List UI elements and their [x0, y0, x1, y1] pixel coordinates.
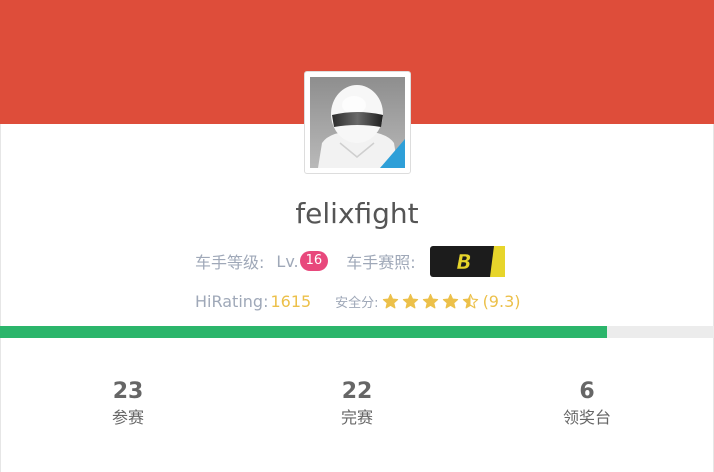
- stats-row: 23 参赛 22 完赛 6 领奖台: [0, 378, 714, 438]
- hirating-label: HiRating:: [195, 291, 269, 311]
- hirating-value: 1615: [270, 291, 312, 311]
- stat-value: 23: [112, 379, 144, 404]
- stat-label: 参赛: [111, 408, 144, 427]
- level-label: 车手等级:: [195, 253, 265, 272]
- level-progress-fill: [0, 326, 607, 338]
- helmet-avatar-icon: [310, 77, 405, 168]
- avatar[interactable]: [304, 71, 411, 174]
- license-grade: B: [456, 250, 471, 274]
- star-icon: [402, 293, 418, 308]
- level-prefix: Lv.: [276, 251, 299, 271]
- stat-races[interactable]: 23 参赛: [68, 378, 188, 429]
- level-badge: 16: [299, 251, 329, 271]
- star-icon: [422, 293, 438, 308]
- username: felixfight: [295, 197, 419, 230]
- license-label: 车手赛照:: [346, 253, 416, 272]
- level-progress-bar: [0, 326, 714, 338]
- star-icon: [382, 293, 398, 308]
- stat-value: 6: [579, 379, 595, 404]
- stat-podiums[interactable]: 6 领奖台: [527, 378, 647, 429]
- rating-row: HiRating: 1615 安全分: (9.3): [195, 289, 521, 313]
- star-icon: [442, 293, 458, 308]
- driver-info-row: 车手等级: Lv. 16 车手赛照: B: [195, 245, 505, 277]
- license-badge-icon[interactable]: B: [429, 245, 505, 277]
- safety-label: 安全分:: [335, 295, 379, 311]
- star-half-icon: [462, 293, 478, 308]
- safety-stars: [382, 293, 482, 310]
- stat-value: 22: [341, 379, 373, 404]
- stat-label: 领奖台: [562, 408, 611, 427]
- stat-finishes[interactable]: 22 完赛: [297, 378, 417, 429]
- safety-value: (9.3): [482, 291, 521, 311]
- stat-label: 完赛: [340, 408, 373, 427]
